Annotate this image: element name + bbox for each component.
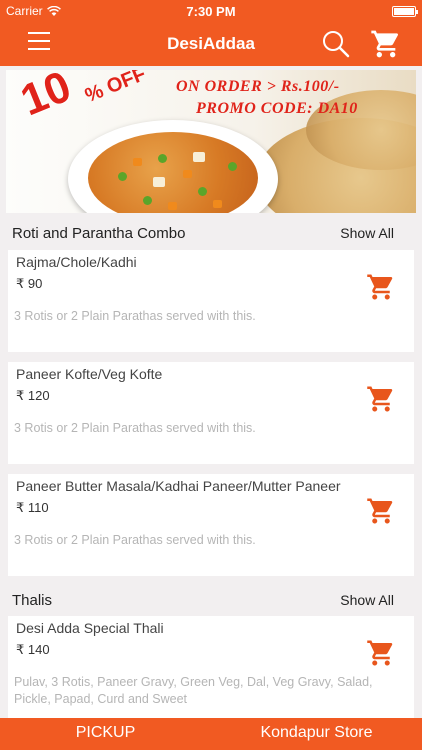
item-price: ₹ 140: [16, 642, 50, 657]
section-title: Roti and Parantha Combo: [12, 224, 186, 242]
cart-icon: [367, 386, 393, 412]
section-header: Thalis Show All: [0, 585, 422, 615]
menu-item-card[interactable]: Rajma/Chole/Kadhi ₹ 90 3 Rotis or 2 Plai…: [8, 250, 414, 352]
discount-percent: 10: [14, 70, 78, 126]
add-to-cart-button[interactable]: [366, 272, 396, 302]
menu-item-card[interactable]: Desi Adda Special Thali ₹ 140 Pulav, 3 R…: [8, 616, 414, 720]
wifi-icon: [46, 5, 61, 16]
carrier-info: Carrier: [6, 4, 61, 18]
cart-icon: [371, 30, 399, 58]
item-price: ₹ 120: [16, 388, 50, 403]
item-price: ₹ 90: [16, 276, 43, 291]
battery-icon: [392, 5, 418, 17]
promo-code: PROMO CODE: DA10: [196, 100, 358, 117]
cart-icon: [367, 498, 393, 524]
item-price: ₹ 110: [16, 500, 49, 515]
nav-bar: DesiAddaa: [0, 22, 422, 66]
item-description: Pulav, 3 Rotis, Paneer Gravy, Green Veg,…: [14, 675, 373, 706]
add-to-cart-button[interactable]: [366, 496, 396, 526]
show-all-link[interactable]: Show All: [340, 225, 410, 241]
item-name: Rajma/Chole/Kadhi: [16, 254, 137, 270]
item-name: Desi Adda Special Thali: [16, 620, 164, 636]
discount-suffix: % OFF: [81, 70, 149, 108]
promo-banner[interactable]: 10 % OFF ON ORDER > Rs.100/- PROMO CODE:…: [6, 70, 416, 213]
menu-item-card[interactable]: Paneer Butter Masala/Kadhai Paneer/Mutte…: [8, 474, 414, 576]
item-description: 3 Rotis or 2 Plain Parathas served with …: [14, 309, 256, 323]
status-time: 7:30 PM: [186, 3, 236, 19]
search-icon: [323, 31, 350, 58]
store-selector[interactable]: Kondapur Store: [211, 724, 422, 742]
bottom-bar: PICKUP Kondapur Store: [0, 718, 422, 750]
search-button[interactable]: [320, 28, 352, 60]
promo-condition: ON ORDER > Rs.100/-: [176, 78, 340, 95]
show-all-link[interactable]: Show All: [340, 592, 410, 608]
carrier-label: Carrier: [6, 4, 43, 18]
app-title: DesiAddaa: [167, 34, 255, 53]
item-description: 3 Rotis or 2 Plain Parathas served with …: [14, 421, 256, 435]
pickup-button[interactable]: PICKUP: [0, 724, 211, 742]
section-title: Thalis: [12, 591, 53, 609]
add-to-cart-button[interactable]: [366, 384, 396, 414]
cart-icon: [367, 640, 393, 666]
item-name: Paneer Butter Masala/Kadhai Paneer/Mutte…: [16, 478, 341, 494]
item-description: 3 Rotis or 2 Plain Parathas served with …: [14, 533, 256, 547]
add-to-cart-button[interactable]: [366, 638, 396, 668]
status-bar: Carrier 7:30 PM: [0, 0, 422, 22]
section-header: Roti and Parantha Combo Show All: [0, 218, 422, 248]
item-name: Paneer Kofte/Veg Kofte: [16, 366, 163, 382]
cart-icon: [367, 274, 393, 300]
menu-item-card[interactable]: Paneer Kofte/Veg Kofte ₹ 120 3 Rotis or …: [8, 362, 414, 464]
nav-cart-button[interactable]: [370, 28, 402, 60]
